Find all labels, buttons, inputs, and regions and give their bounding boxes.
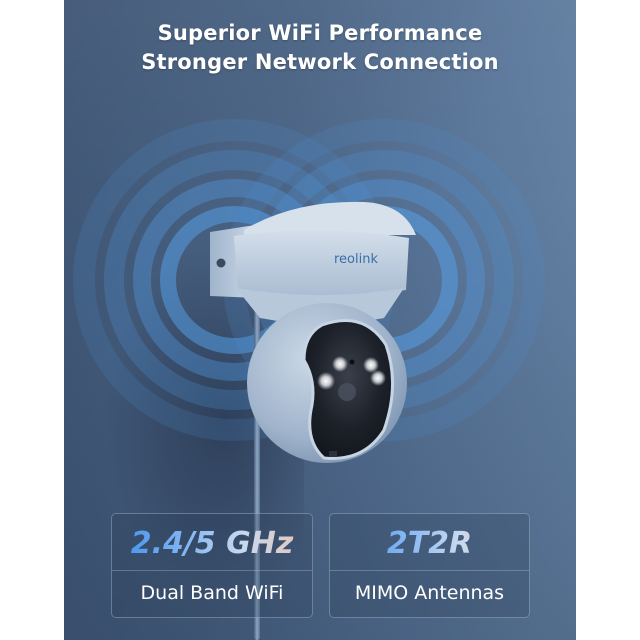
feature-label: MIMO Antennas [354, 582, 505, 604]
camera-lens-icon [338, 383, 356, 401]
sensor-icon [349, 359, 355, 365]
feature-value: 2.4/5 GHz [112, 526, 312, 562]
led-icon [370, 370, 386, 386]
brand-logo: reolink [334, 252, 378, 267]
headline-line-1: Superior WiFi Performance [157, 21, 483, 45]
mount-screw-icon [216, 258, 226, 268]
feature-card-mimo: 2T2R MIMO Antennas [329, 513, 530, 618]
led-icon [332, 356, 348, 372]
led-icon [317, 372, 335, 390]
card-divider [112, 570, 312, 571]
feature-value: 2T2R [330, 526, 529, 562]
headline-line-2: Stronger Network Connection [141, 50, 499, 74]
camera-ball [247, 303, 407, 463]
headline: Superior WiFi Performance Stronger Netwo… [64, 19, 576, 77]
feature-label: Dual Band WiFi [140, 582, 284, 604]
card-divider [330, 570, 529, 571]
feature-card-dual-band: 2.4/5 GHz Dual Band WiFi [111, 513, 313, 618]
product-hero: reolink Superior WiFi Performance Strong… [64, 0, 576, 640]
